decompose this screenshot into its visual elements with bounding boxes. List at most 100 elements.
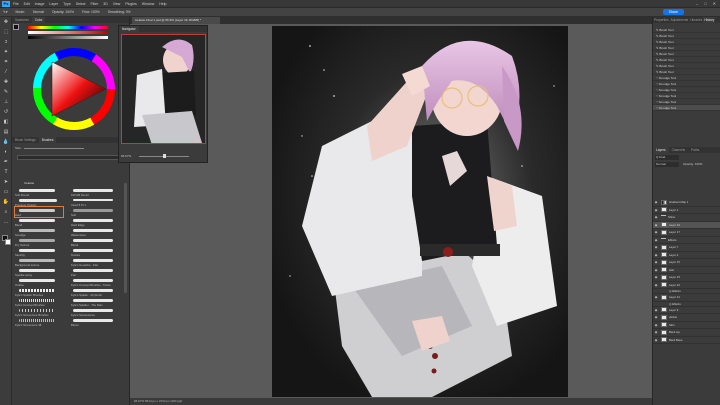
pen-tool-icon[interactable]: ✒ <box>0 157 12 167</box>
tab-navigator[interactable]: Navigator <box>119 26 139 32</box>
color-wheel[interactable] <box>32 47 116 131</box>
brush-item[interactable]: Kyle's Screentone 38 Bloom <box>15 317 125 327</box>
tab-layers[interactable]: Layers <box>653 147 669 153</box>
brush-item[interactable]: Sparkle spray Flat <box>15 267 125 277</box>
eye-icon[interactable]: ◉ <box>653 223 659 227</box>
eye-icon[interactable]: ◉ <box>653 253 659 257</box>
eye-icon[interactable]: ◉ <box>653 260 659 264</box>
tab-swatches[interactable]: Swatches <box>12 17 32 23</box>
eye-icon[interactable]: ◉ <box>653 338 659 342</box>
menu-view[interactable]: View <box>113 2 121 6</box>
layer-row[interactable]: ◉ Gradient Map 1 <box>653 199 720 207</box>
dodge-tool-icon[interactable]: ◐ <box>0 147 12 157</box>
tab-properties[interactable]: Properties <box>653 17 670 23</box>
layer-row[interactable]: ◉ Layer 15 <box>653 259 720 267</box>
menu-layer[interactable]: Layer <box>49 2 58 6</box>
menu-help[interactable]: Help <box>159 2 166 6</box>
eye-icon[interactable]: ◉ <box>653 230 659 234</box>
layer-row[interactable]: ◉ Layer 21 <box>653 294 720 302</box>
brush-item[interactable]: Kyle's Screentone Brushes Kyle's Screento… <box>15 307 125 317</box>
tab-color[interactable]: Color <box>31 17 46 23</box>
eye-icon[interactable]: ◉ <box>653 238 659 242</box>
menu-window[interactable]: Window <box>142 2 154 6</box>
color-foreground-swatch[interactable] <box>13 24 19 30</box>
brush-item[interactable]: Background texture Kyle's Gouache - Flat <box>15 257 125 267</box>
flow-field[interactable]: Flow: 100% <box>82 10 100 14</box>
navigator-zoom-handle[interactable] <box>163 154 166 158</box>
brush-tool-icon[interactable]: ✎ <box>0 87 12 97</box>
layer-row[interactable]: ◉ Layer 1 <box>653 207 720 214</box>
eye-icon[interactable]: ◉ <box>653 215 659 219</box>
lasso-tool-icon[interactable]: ↄ <box>0 37 12 47</box>
eraser-tool-icon[interactable]: ◧ <box>0 117 12 127</box>
eye-icon[interactable]: ◉ <box>653 295 659 299</box>
brush-item[interactable]: Kyle's Concept Brushes Kyle's Splatter - … <box>15 297 125 307</box>
zoom-tool-icon[interactable]: ⌕ <box>0 207 12 217</box>
eyedropper-tool-icon[interactable]: ⁄ <box>0 67 12 77</box>
saturation-slider[interactable] <box>28 31 108 34</box>
layer-row[interactable]: ◉ Skin <box>653 322 720 329</box>
brush-item[interactable]: Sketchy Texture <box>15 247 125 257</box>
tab-libraries[interactable]: Libraries <box>689 17 703 23</box>
move-tool-icon[interactable]: ✥ <box>0 17 12 27</box>
brush-search-input[interactable] <box>17 155 121 160</box>
layer-group-row[interactable]: ◉ Shine <box>653 214 720 222</box>
brush-item[interactable]: Soft Round KW HB Pencil <box>15 187 125 197</box>
opacity-field[interactable]: Opacity: 100% <box>52 10 74 14</box>
eye-icon[interactable]: ◉ <box>653 330 659 334</box>
layer-row[interactable]: ◉ Layer 17 <box>653 229 720 237</box>
menu-filter[interactable]: Filter <box>91 2 99 6</box>
menu-select[interactable]: Select <box>76 2 86 6</box>
brush-group-celeste[interactable]: Celeste <box>24 181 34 185</box>
brush-item[interactable]: Pressure Opacity Inked 8 Pt 1 <box>15 197 125 207</box>
tab-adjustments[interactable]: Adjustments <box>670 17 690 23</box>
artwork-canvas[interactable] <box>272 26 568 397</box>
eye-icon[interactable]: ◉ <box>653 308 659 312</box>
brush-tool-preset-icon[interactable]: ✎▾ <box>3 10 8 14</box>
layer-row[interactable]: ◉ Back top <box>653 329 720 337</box>
hand-tool-icon[interactable]: ✋ <box>0 197 12 207</box>
document-tab[interactable]: Celeste Final 1.psd @ 66.6% (Layer 19, R… <box>132 17 220 24</box>
minimize-icon[interactable]: – <box>696 1 698 6</box>
more-tools-icon[interactable]: … <box>0 217 12 227</box>
brightness-slider[interactable] <box>28 36 108 39</box>
layer-row-selected[interactable]: ◉ Layer 19 <box>653 221 720 229</box>
tab-brush-settings[interactable]: Brush Settings <box>12 137 39 143</box>
menu-edit[interactable]: Edit <box>24 2 30 6</box>
tab-channels[interactable]: Channels <box>669 147 688 153</box>
menu-file[interactable]: File <box>13 2 19 6</box>
layer-opacity-field[interactable]: Opacity: 100% <box>683 162 719 167</box>
navigator-zoom-value[interactable]: 66.67% <box>121 154 131 158</box>
layer-row[interactable]: ◉ Layer 9 <box>653 307 720 314</box>
brush-item[interactable]: Soft <box>15 207 125 217</box>
brush-item[interactable]: Kyle's Spatter Brushes Kyle's Spatter - D… <box>15 287 125 297</box>
menu-type[interactable]: Type <box>63 2 71 6</box>
menu-image[interactable]: Image <box>35 2 45 6</box>
layer-row[interactable]: ◉ Layer 4 <box>653 252 720 259</box>
menu-3d[interactable]: 3D <box>103 2 107 6</box>
crop-tool-icon[interactable]: ⌗ <box>0 57 12 67</box>
quick-select-tool-icon[interactable]: ✦ <box>0 47 12 57</box>
menu-plugins[interactable]: Plugins <box>125 2 136 6</box>
tab-paths[interactable]: Paths <box>688 147 702 153</box>
eye-icon[interactable]: ◉ <box>653 275 659 279</box>
stamp-tool-icon[interactable]: ⊥ <box>0 97 12 107</box>
blend-mode-select[interactable]: Normal <box>655 162 679 167</box>
layer-row[interactable]: ◉ Layer 7 <box>653 244 720 252</box>
layer-row[interactable]: ◉ Hair <box>653 267 720 274</box>
brush-item[interactable]: Dry Texture Blend <box>15 237 125 247</box>
eye-icon[interactable]: ◉ <box>653 268 659 272</box>
gradient-tool-icon[interactable]: ▤ <box>0 127 12 137</box>
mode-select[interactable]: Normal <box>33 10 44 14</box>
brush-item[interactable]: Smudge Watercolour <box>15 227 125 237</box>
smoothing-field[interactable]: Smoothing: 0% <box>108 10 131 14</box>
eye-icon[interactable]: ◉ <box>653 315 659 319</box>
layer-row[interactable]: ◉ Layer 15 <box>653 274 720 282</box>
maximize-icon[interactable]: □ <box>704 1 706 6</box>
hue-slider[interactable] <box>28 26 108 29</box>
shape-tool-icon[interactable]: ▭ <box>0 187 12 197</box>
eye-icon[interactable]: ◉ <box>653 323 659 327</box>
type-tool-icon[interactable]: T <box>0 167 12 177</box>
brush-list-scrollbar[interactable] <box>124 183 127 293</box>
healing-tool-icon[interactable]: ✚ <box>0 77 12 87</box>
